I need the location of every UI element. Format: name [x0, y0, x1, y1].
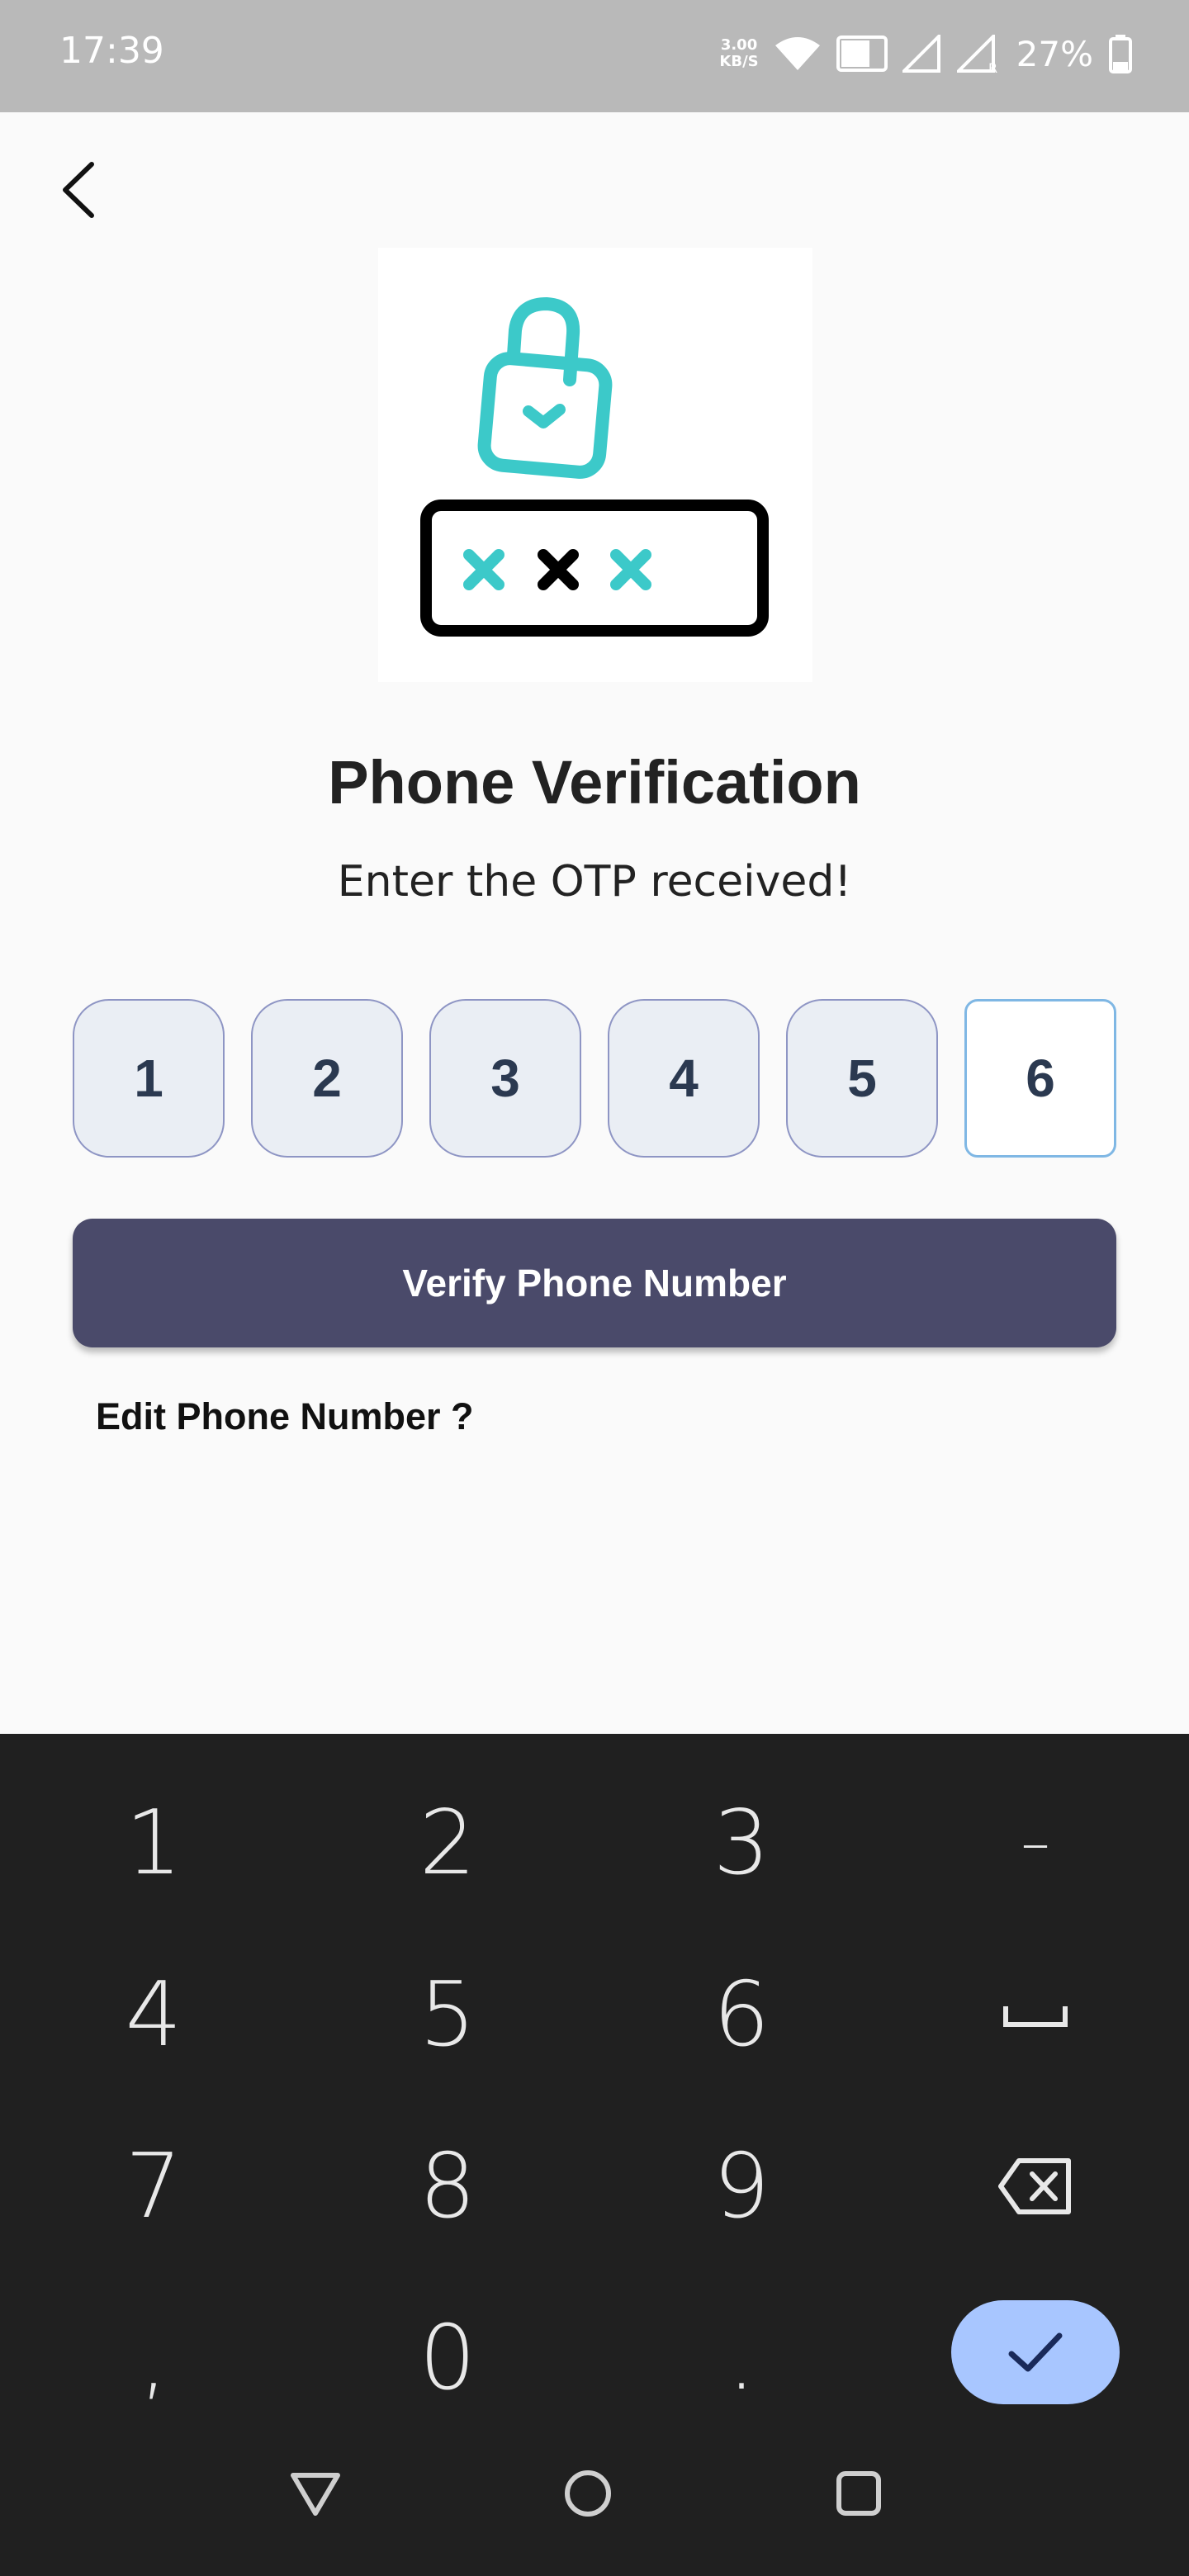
page-title: Phone Verification: [328, 748, 861, 817]
key-0[interactable]: 0: [332, 2284, 563, 2432]
back-triangle-icon: [291, 2473, 340, 2516]
edit-phone-link[interactable]: Edit Phone Number ?: [96, 1395, 474, 1438]
nav-recents-button[interactable]: [809, 2444, 908, 2543]
key-comma[interactable]: ,: [38, 2284, 269, 2432]
key-3[interactable]: 3: [626, 1769, 857, 1917]
network-speed-value: 3.00: [720, 36, 758, 54]
svg-text:R: R: [988, 60, 997, 73]
vowifi-icon: [836, 36, 888, 72]
battery-icon: [1109, 35, 1132, 73]
key-7[interactable]: 7: [38, 2112, 269, 2261]
space-icon: [1003, 2006, 1068, 2027]
key-backspace[interactable]: [920, 2112, 1151, 2261]
key-2[interactable]: 2: [332, 1769, 563, 1917]
page-subtitle: Enter the OTP received!: [337, 857, 852, 907]
otp-digit-3[interactable]: 3: [429, 999, 581, 1158]
key-1[interactable]: 1: [38, 1769, 269, 1917]
key-6[interactable]: 6: [626, 1940, 857, 2089]
otp-digit-2[interactable]: 2: [251, 999, 403, 1158]
chevron-left-icon: [63, 162, 94, 218]
key-space[interactable]: [920, 1940, 1151, 2089]
recents-square-icon: [836, 2471, 881, 2516]
key-4[interactable]: 4: [38, 1940, 269, 2089]
nav-back-button[interactable]: [266, 2444, 365, 2543]
network-speed-unit: KB/S: [719, 53, 759, 70]
wifi-icon: [775, 37, 820, 70]
key-5[interactable]: 5: [332, 1940, 563, 2089]
nav-home-button[interactable]: [538, 2444, 637, 2543]
network-speed: 3.00 KB/S: [719, 37, 758, 70]
check-icon: [1008, 2332, 1063, 2372]
backspace-icon: [998, 2158, 1071, 2214]
signal-roaming-icon: R: [956, 35, 997, 73]
key-9[interactable]: 9: [626, 2112, 857, 2261]
otp-digit-5[interactable]: 5: [786, 999, 938, 1158]
battery-percent: 27%: [1016, 33, 1093, 74]
key-8[interactable]: 8: [332, 2112, 563, 2261]
key-done[interactable]: [951, 2300, 1120, 2404]
status-icons: 3.00 KB/S R 27%: [719, 25, 1133, 83]
back-button[interactable]: [46, 157, 112, 223]
status-time: 17:39: [59, 30, 164, 72]
otp-digit-1[interactable]: 1: [73, 999, 225, 1158]
key-period[interactable]: .: [626, 2284, 857, 2432]
otp-input-group: 1 2 3 4 5 6: [73, 999, 1116, 1161]
status-bar: 17:39 3.00 KB/S R 27%: [0, 0, 1189, 112]
otp-digit-4[interactable]: 4: [608, 999, 760, 1158]
verify-phone-button[interactable]: Verify Phone Number: [73, 1219, 1116, 1347]
key-dash[interactable]: –: [920, 1769, 1151, 1917]
signal-icon: [902, 35, 940, 73]
otp-digit-6[interactable]: 6: [964, 999, 1116, 1158]
unlock-password-icon: [420, 296, 769, 637]
verification-illustration: [378, 248, 812, 682]
home-circle-icon: [565, 2470, 611, 2517]
system-nav-bar: [0, 2444, 1189, 2576]
